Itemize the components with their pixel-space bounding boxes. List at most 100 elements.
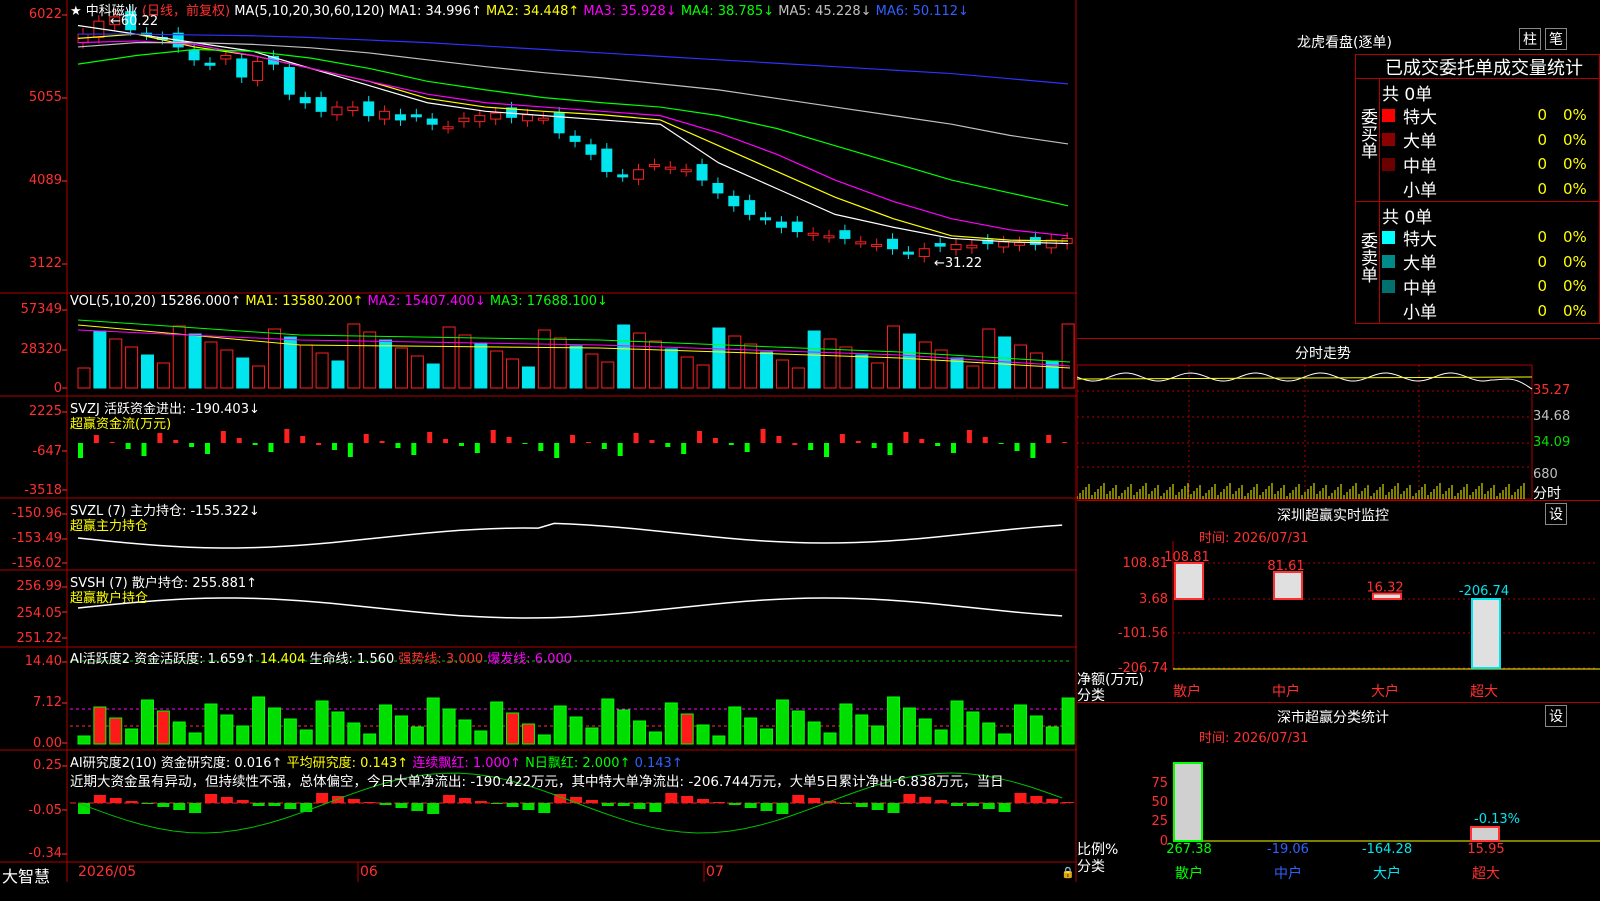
svzj-bar [443, 439, 449, 443]
ai-research-bar [458, 798, 471, 803]
ma1-value: MA1: 34.996↑ [388, 4, 482, 19]
candle-body [966, 244, 978, 249]
ai-active-bar [172, 721, 186, 745]
ai-research-bar [728, 803, 741, 805]
candle-body [633, 169, 645, 180]
main-chart-area[interactable]: ★ 中科磁业 (日线，前复权) MA(5,10,20,30,60,120) MA… [0, 0, 1077, 886]
ai-active-bar [664, 702, 678, 745]
volume-bar [601, 361, 615, 389]
candle-body [855, 241, 867, 245]
date-label-may: 2026/05 [78, 864, 137, 880]
intraday-chart[interactable] [1077, 339, 1600, 501]
vol-value: 15286.000↑ [160, 294, 242, 309]
svzj-bar [538, 443, 544, 451]
ai-active-bar [807, 721, 821, 745]
ai-active-bar [633, 720, 647, 745]
svzj-bar [792, 443, 798, 445]
ai-research-bar [760, 803, 773, 811]
ai-active-bar [1029, 715, 1043, 745]
ai-active-bar [823, 732, 837, 745]
ai-active-bar [426, 697, 440, 745]
volume-bar [93, 330, 107, 389]
ai-active-bar [347, 722, 361, 745]
ai-active-bar [601, 698, 615, 745]
volume-bar [394, 347, 408, 389]
candle-body [696, 164, 708, 181]
candle-body [188, 49, 200, 61]
color-swatch [1382, 108, 1395, 122]
ai-research-bar [284, 803, 297, 809]
ai-active-bar [379, 704, 393, 745]
bar-view-button[interactable]: 柱 [1519, 28, 1541, 50]
ai-research-bar [379, 803, 392, 805]
volume-bar [728, 335, 742, 389]
color-swatch [1382, 304, 1395, 317]
svzj-bar [411, 443, 417, 455]
star-icon[interactable]: ★ [70, 4, 82, 19]
candle-body [458, 117, 470, 123]
volume-bar [871, 362, 885, 389]
date-label-jun: 06 [360, 864, 378, 880]
candle-body [537, 117, 549, 121]
candle-body [204, 62, 216, 66]
candle-body [410, 114, 422, 118]
ai-research-bar [919, 797, 932, 803]
svzj-bar [427, 432, 433, 443]
svzj-bar [903, 432, 909, 443]
candle-body [887, 238, 899, 250]
ai-research-bar [1046, 799, 1059, 803]
chart-canvas[interactable] [0, 0, 1077, 882]
candle-body [728, 195, 740, 207]
ai-research-bar [347, 799, 360, 803]
lock-icon[interactable]: 🔒 [1061, 866, 1075, 879]
candle-body [442, 126, 454, 130]
svzj-bar [554, 443, 560, 458]
color-swatch [1382, 133, 1395, 146]
ai-research-l5: 0.143↑ [634, 756, 683, 771]
svzj-bar [474, 443, 480, 453]
ai-research-bar [998, 803, 1011, 812]
ai-active-tick-2: 7.12 [33, 695, 62, 710]
vol-tick-3: 0 [53, 381, 62, 396]
ai-research-bar [601, 803, 614, 806]
ai-active-tick-1: 14.40 [24, 654, 62, 669]
ai-active-bar [315, 700, 329, 745]
volume-bar [966, 365, 980, 389]
buy-row-name: 特大 [1403, 107, 1437, 128]
ai-research-bar [522, 803, 535, 810]
candle-body [712, 182, 724, 194]
ai-active-l4: 强势线: 3.000 [398, 652, 484, 667]
brand-label[interactable]: 大智慧 [2, 863, 50, 887]
volume-bar [982, 328, 996, 389]
ai-active-bar [569, 716, 583, 745]
class-y-tick: 25 [1151, 814, 1168, 829]
volume-bar [252, 365, 266, 389]
ai-active-bar [442, 708, 456, 745]
ma-prefix: MA(5,10,20,30,60,120) [234, 4, 385, 19]
buy-orders-label: 委买单 [1357, 108, 1377, 159]
ai-research-bar [93, 795, 106, 803]
svzj-bar [125, 443, 131, 449]
volume-bar [823, 338, 837, 389]
intraday-panel[interactable]: 分时走势 35.27 34.68 34.09 680 分时 [1077, 338, 1600, 502]
ai-active-bar [363, 733, 377, 745]
candle-body [918, 248, 930, 257]
candle-body [744, 200, 756, 215]
sell-row-pct: 0% [1563, 277, 1587, 295]
svzj-bar [887, 443, 893, 455]
volume-bar [648, 340, 662, 389]
ai-research-bar [316, 793, 329, 803]
ai-research-bar [204, 794, 217, 803]
sell-row-value: 0 [1537, 277, 1547, 295]
sell-row-pct: 0% [1563, 252, 1587, 271]
ai-research-bar [1062, 802, 1075, 803]
buy-row-pct: 0% [1563, 130, 1587, 149]
candle-body [379, 110, 391, 120]
svzj-bar [93, 435, 99, 443]
volume-bar [347, 323, 361, 389]
ai-research-bar [633, 803, 646, 809]
ai-research-bar [157, 803, 170, 807]
low-price-label: ←31.22 [934, 256, 983, 271]
volume-bar [775, 359, 789, 389]
tick-view-button[interactable]: 笔 [1545, 28, 1567, 50]
